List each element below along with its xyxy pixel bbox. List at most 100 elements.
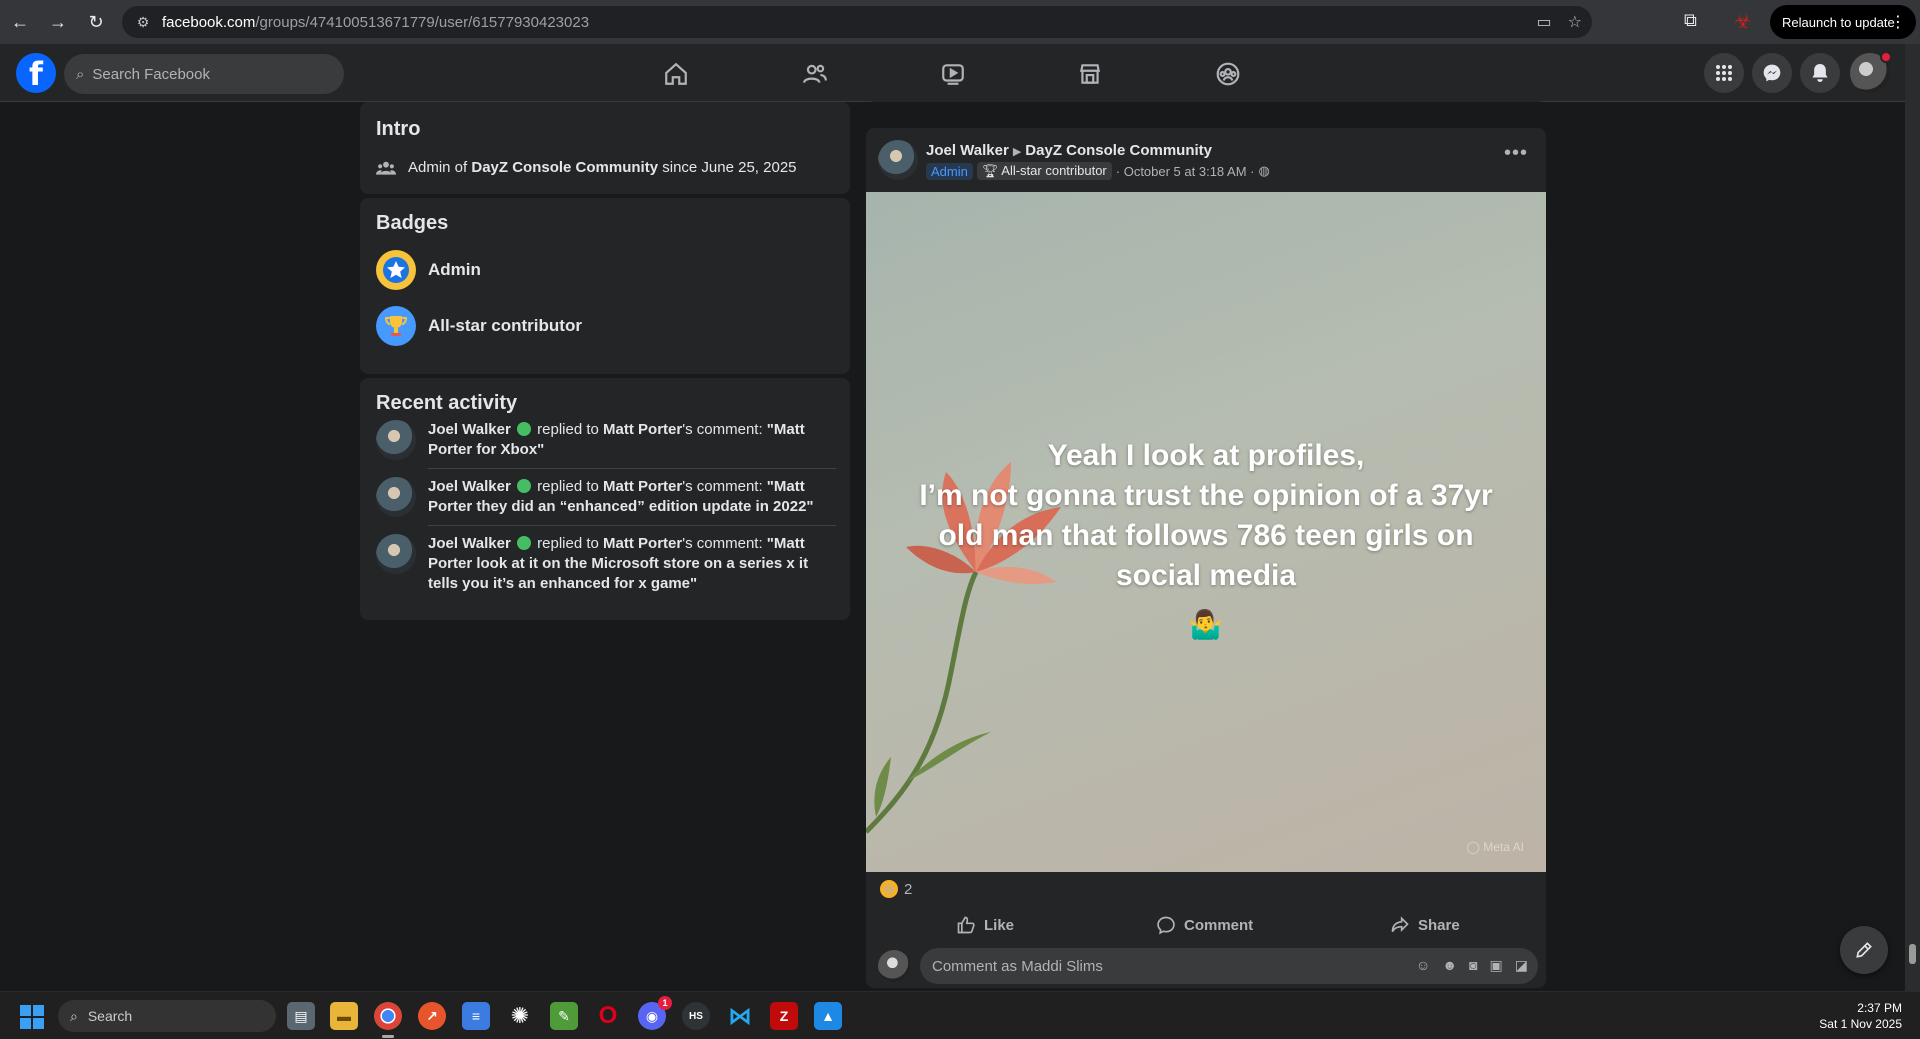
address-bar[interactable]: ⚙ facebook.com/groups/474100513671779/us… xyxy=(122,6,1592,38)
post-image[interactable]: Yeah I look at profiles, I’m not gonna t… xyxy=(866,192,1546,872)
activity-actor[interactable]: Joel Walker xyxy=(428,478,511,495)
camera-icon[interactable]: ◙ xyxy=(1469,957,1477,974)
photos-icon[interactable]: ▲ xyxy=(814,1002,842,1030)
extension-biohazard-icon[interactable]: ☣ xyxy=(1734,9,1752,34)
chrome-menu-icon[interactable]: ⋮ xyxy=(1890,12,1906,32)
taskbar-search-label: Search xyxy=(87,1008,133,1024)
system-clock[interactable]: 2:37 PM Sat 1 Nov 2025 xyxy=(1819,1000,1902,1032)
like-button[interactable]: Like xyxy=(956,908,1014,942)
admin-badge-dot-icon xyxy=(517,479,531,493)
trophy-badge-icon xyxy=(376,306,416,346)
activity-target[interactable]: Matt Porter xyxy=(603,421,682,438)
windows-start-icon[interactable] xyxy=(20,1005,44,1029)
menu-grid-icon[interactable] xyxy=(1704,53,1744,93)
install-app-icon[interactable]: ▭ xyxy=(1537,12,1552,32)
activity-verb: replied to xyxy=(537,478,604,495)
reaction-count: 2 xyxy=(904,880,913,898)
home-icon[interactable] xyxy=(656,54,696,94)
comment-button[interactable]: Comment xyxy=(1156,908,1253,942)
file-explorer-icon[interactable]: ▬ xyxy=(330,1002,358,1030)
vscode-icon[interactable]: ⋈ xyxy=(726,1002,754,1030)
windows-taskbar: ⌕ Search ▤ ▬ ↗ ≡ ✺ ✎ O ◉ 1 HS ⋈ Z ▲ 2:37 … xyxy=(0,991,1920,1039)
star-badge-icon xyxy=(376,250,416,290)
badges-card: Badges Admin All-star contributor xyxy=(360,198,850,374)
notepad-icon[interactable]: ≡ xyxy=(462,1002,490,1030)
share-button[interactable]: Share xyxy=(1390,908,1460,942)
caption-line: I’m not gonna trust the opinion of a 37y… xyxy=(919,479,1493,512)
post-group-link[interactable]: DayZ Console Community xyxy=(1025,142,1212,159)
caption-line: old man that follows 786 teen girls on xyxy=(938,519,1474,552)
intro-group-link[interactable]: DayZ Console Community xyxy=(471,159,658,176)
badges-title: Badges xyxy=(376,212,449,234)
like-icon xyxy=(957,916,975,934)
messenger-icon[interactable] xyxy=(1752,53,1792,93)
haha-reaction-icon: 😆 xyxy=(880,880,898,898)
badge-all-star[interactable]: All-star contributor xyxy=(376,306,582,346)
post-author-avatar[interactable] xyxy=(878,140,918,180)
activity-actor[interactable]: Joel Walker xyxy=(428,535,511,552)
activity-divider xyxy=(428,525,836,526)
avatar-sticker-icon[interactable]: ☺ xyxy=(1416,957,1430,974)
activity-target[interactable]: Matt Porter xyxy=(603,478,682,495)
page-scrollbar[interactable] xyxy=(1905,44,1920,991)
discord-icon[interactable]: ◉ 1 xyxy=(638,996,672,1030)
all-star-tag[interactable]: 🏆︎ All-star contributor xyxy=(976,162,1112,180)
url-path: /groups/474100513671779/user/61577930423… xyxy=(255,13,590,31)
account-avatar[interactable] xyxy=(1850,51,1892,93)
caret-right-icon: ▶ xyxy=(1012,146,1022,158)
notifications-bell-icon[interactable] xyxy=(1800,53,1840,93)
post-author-link[interactable]: Joel Walker xyxy=(926,142,1009,159)
hs-app-icon[interactable]: HS xyxy=(682,1002,710,1030)
activity-verb: replied to xyxy=(537,421,604,438)
filezilla-icon[interactable]: Z xyxy=(770,1002,798,1030)
comment-input[interactable]: Comment as Maddi Slims ☺ ☻ ◙ ▣ ◪ xyxy=(920,948,1538,984)
sticker-icon[interactable]: ◪ xyxy=(1515,957,1528,974)
site-settings-icon[interactable]: ⚙ xyxy=(130,14,156,31)
opera-icon[interactable]: O xyxy=(594,1002,622,1030)
bookmark-star-icon[interactable]: ☆ xyxy=(1568,12,1582,32)
friends-icon[interactable] xyxy=(795,54,835,94)
clock-date: Sat 1 Nov 2025 xyxy=(1819,1017,1902,1031)
intro-card: Intro Admin of DayZ Console Community si… xyxy=(360,102,850,194)
reload-icon[interactable]: ↻ xyxy=(78,4,114,40)
activity-actor[interactable]: Joel Walker xyxy=(428,421,511,438)
shrug-emoji: 🤷‍♂️ xyxy=(1188,609,1223,640)
compose-icon xyxy=(1856,942,1872,958)
postman-icon[interactable]: ↗ xyxy=(418,1002,446,1030)
activity-avatar[interactable] xyxy=(376,420,416,460)
gif-icon[interactable]: ▣ xyxy=(1490,957,1503,974)
post-caption: Yeah I look at profiles, I’m not gonna t… xyxy=(906,436,1506,596)
admin-tag[interactable]: Admin xyxy=(926,162,973,180)
commenter-avatar[interactable] xyxy=(878,950,910,982)
relaunch-label: Relaunch to update xyxy=(1782,14,1895,30)
chatgpt-icon[interactable]: ✺ xyxy=(506,1002,534,1030)
chrome-icon[interactable] xyxy=(374,1002,402,1038)
taskbar-search[interactable]: ⌕ Search xyxy=(58,1000,276,1032)
emoji-icon[interactable]: ☻ xyxy=(1442,957,1457,974)
back-icon[interactable]: ← xyxy=(2,4,38,40)
post-meta: Admin 🏆︎ All-star contributor · October … xyxy=(926,162,1270,180)
activity-avatar[interactable] xyxy=(376,534,416,574)
relaunch-button[interactable]: Relaunch to update ⋮ xyxy=(1770,5,1916,39)
comment-placeholder: Comment as Maddi Slims xyxy=(932,957,1103,975)
activity-verb: replied to xyxy=(537,535,604,552)
post-options-icon[interactable]: ••• xyxy=(1504,142,1528,165)
activity-tail: 's comment: xyxy=(682,478,767,495)
search-icon: ⌕ xyxy=(76,65,85,83)
extensions-icon[interactable]: ⧉ xyxy=(1684,10,1697,31)
new-message-button[interactable] xyxy=(1840,926,1888,974)
activity-avatar[interactable] xyxy=(376,477,416,517)
comment-label: Comment xyxy=(1184,916,1254,934)
search-input[interactable]: ⌕ Search Facebook xyxy=(64,54,344,94)
forward-icon[interactable]: → xyxy=(40,4,76,40)
scrollbar-thumb[interactable] xyxy=(1909,944,1916,964)
reaction-summary[interactable]: 😆 2 xyxy=(880,880,912,898)
activity-target[interactable]: Matt Porter xyxy=(603,535,682,552)
task-view-icon[interactable]: ▤ xyxy=(287,1002,315,1030)
notepad-plus-icon[interactable]: ✎ xyxy=(550,1002,578,1030)
facebook-logo-icon[interactable]: f xyxy=(16,53,56,93)
intro-admin-line: Admin of DayZ Console Community since Ju… xyxy=(376,159,797,176)
browser-toolbar: ← → ↻ ⚙ facebook.com/groups/474100513671… xyxy=(0,0,1920,44)
post-timestamp[interactable]: · October 5 at 3:18 AM · xyxy=(1116,164,1255,179)
badge-admin[interactable]: Admin xyxy=(376,250,481,290)
